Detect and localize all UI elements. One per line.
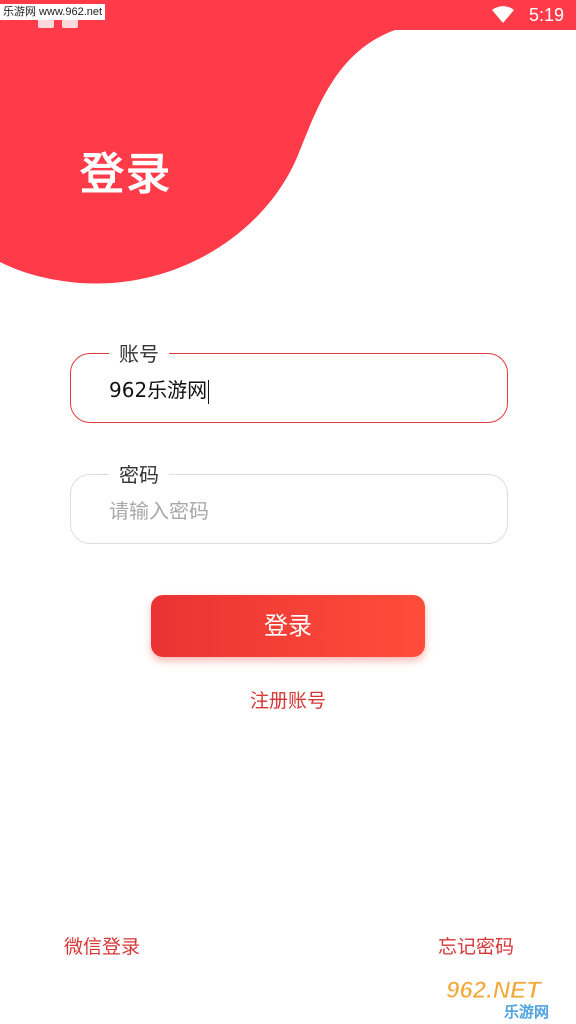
password-label: 密码 [109,459,169,488]
password-field[interactable]: 密码 请输入密码 [70,459,508,544]
password-input[interactable]: 请输入密码 [109,495,209,524]
page-title: 登录 [80,149,172,200]
login-button[interactable]: 登录 [151,595,425,657]
account-label: 账号 [109,338,169,367]
account-field[interactable]: 账号 962乐游网 [70,338,508,423]
register-link[interactable]: 注册账号 [0,686,576,713]
logo-top-text: 962.NET [446,977,543,1004]
site-logo: 962.NET 乐游网 [446,977,549,1020]
wifi-icon [492,6,514,23]
account-value: 962乐游网 [109,378,208,402]
status-time: 5:19 [528,5,564,25]
forgot-password-link[interactable]: 忘记密码 [438,932,514,959]
account-input[interactable]: 962乐游网 [109,374,210,404]
watermark: 乐游网 www.962.net [0,4,106,20]
logo-bottom-text: 乐游网 [504,1003,549,1020]
wechat-login-link[interactable]: 微信登录 [64,932,140,959]
text-caret [208,379,210,404]
